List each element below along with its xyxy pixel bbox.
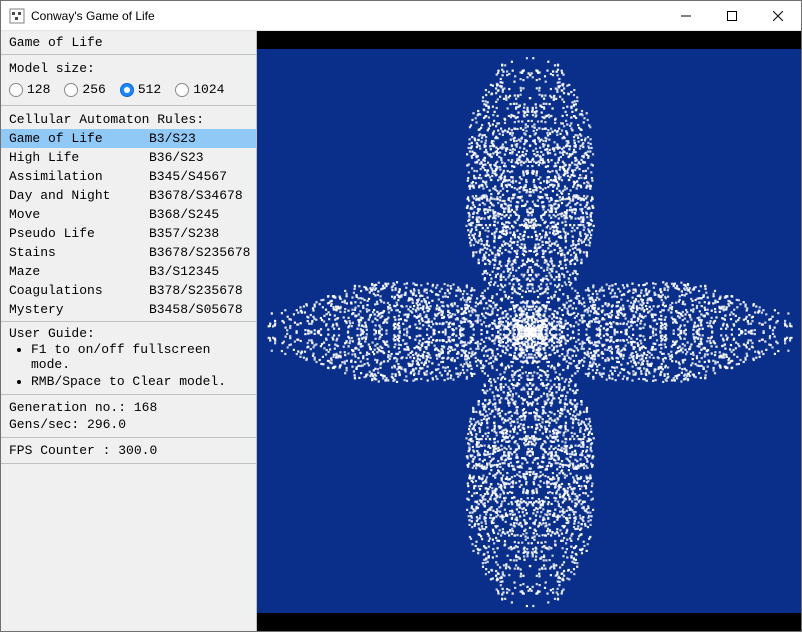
rule-move[interactable]: Move B368/S245 <box>1 205 256 224</box>
simulation-canvas[interactable] <box>257 49 801 613</box>
sidebar: Game of Life Model size: 128 256 512 102… <box>1 31 257 631</box>
divider <box>1 105 256 106</box>
rule-name: Game of Life <box>9 131 149 146</box>
rule-stains[interactable]: Stains B3678/S235678 <box>1 243 256 262</box>
divider <box>1 437 256 438</box>
model-size-label: Model size: <box>1 57 256 78</box>
window-title: Conway's Game of Life <box>31 9 663 23</box>
rule-code: B368/S245 <box>149 207 248 222</box>
rule-name: Mystery <box>9 302 149 317</box>
rule-day-and-night[interactable]: Day and Night B3678/S34678 <box>1 186 256 205</box>
app-icon <box>9 8 25 24</box>
guide-item: F1 to on/off fullscreen mode. <box>31 341 248 373</box>
generation-value: 168 <box>134 400 157 415</box>
radio-label: 512 <box>138 82 161 97</box>
gens-sec-stat: Gens/sec: 296.0 <box>9 416 248 433</box>
fps-value: 300.0 <box>118 443 157 458</box>
rule-game-of-life[interactable]: Game of Life B3/S23 <box>1 129 256 148</box>
rules-list: Game of Life B3/S23 High Life B36/S23 As… <box>1 129 256 319</box>
fps-label: FPS Counter : <box>9 443 110 458</box>
radio-dot-icon <box>175 83 189 97</box>
rule-name: Coagulations <box>9 283 149 298</box>
rule-high-life[interactable]: High Life B36/S23 <box>1 148 256 167</box>
rule-name: High Life <box>9 150 149 165</box>
rule-name: Day and Night <box>9 188 149 203</box>
fps-stat: FPS Counter : 300.0 <box>9 442 248 459</box>
rule-coagulations[interactable]: Coagulations B378/S235678 <box>1 281 256 300</box>
guide-item: RMB/Space to Clear model. <box>31 373 248 390</box>
rule-pseudo-life[interactable]: Pseudo Life B357/S238 <box>1 224 256 243</box>
fps-stat-block: FPS Counter : 300.0 <box>1 440 256 461</box>
radio-label: 1024 <box>193 82 224 97</box>
radio-128[interactable]: 128 <box>9 82 50 97</box>
rule-code: B345/S4567 <box>149 169 248 184</box>
minimize-button[interactable] <box>663 1 709 31</box>
rule-code: B3458/S05678 <box>149 302 248 317</box>
rule-maze[interactable]: Maze B3/S12345 <box>1 262 256 281</box>
model-size-radio-group: 128 256 512 1024 <box>1 78 256 103</box>
radio-dot-icon <box>64 83 78 97</box>
generation-stat: Generation no.: 168 <box>9 399 248 416</box>
rule-code: B357/S238 <box>149 226 248 241</box>
rule-mystery[interactable]: Mystery B3458/S05678 <box>1 300 256 319</box>
close-button[interactable] <box>755 1 801 31</box>
radio-256[interactable]: 256 <box>64 82 105 97</box>
divider <box>1 54 256 55</box>
gens-sec-value: 296.0 <box>87 417 126 432</box>
rule-assimilation[interactable]: Assimilation B345/S4567 <box>1 167 256 186</box>
rule-name: Stains <box>9 245 149 260</box>
sidebar-heading: Game of Life <box>1 31 256 52</box>
rule-name: Assimilation <box>9 169 149 184</box>
viewport <box>257 31 801 631</box>
rules-label: Cellular Automaton Rules: <box>1 108 256 129</box>
rule-name: Move <box>9 207 149 222</box>
rule-name: Pseudo Life <box>9 226 149 241</box>
divider <box>1 463 256 464</box>
radio-512[interactable]: 512 <box>120 82 161 97</box>
rule-code: B3678/S235678 <box>149 245 250 260</box>
radio-label: 128 <box>27 82 50 97</box>
divider <box>1 321 256 322</box>
rule-code: B3/S12345 <box>149 264 248 279</box>
titlebar: Conway's Game of Life <box>1 1 801 31</box>
rule-code: B3/S23 <box>149 131 248 146</box>
radio-1024[interactable]: 1024 <box>175 82 224 97</box>
radio-dot-icon <box>9 83 23 97</box>
radio-label: 256 <box>82 82 105 97</box>
rule-name: Maze <box>9 264 149 279</box>
divider <box>1 394 256 395</box>
radio-dot-icon <box>120 83 134 97</box>
rule-code: B378/S235678 <box>149 283 248 298</box>
stats: Generation no.: 168 Gens/sec: 296.0 <box>1 397 256 435</box>
maximize-button[interactable] <box>709 1 755 31</box>
generation-label: Generation no.: <box>9 400 126 415</box>
rule-code: B3678/S34678 <box>149 188 248 203</box>
rule-code: B36/S23 <box>149 150 248 165</box>
user-guide: User Guide: F1 to on/off fullscreen mode… <box>1 324 256 392</box>
gens-sec-label: Gens/sec: <box>9 417 79 432</box>
guide-label: User Guide: <box>9 326 248 341</box>
